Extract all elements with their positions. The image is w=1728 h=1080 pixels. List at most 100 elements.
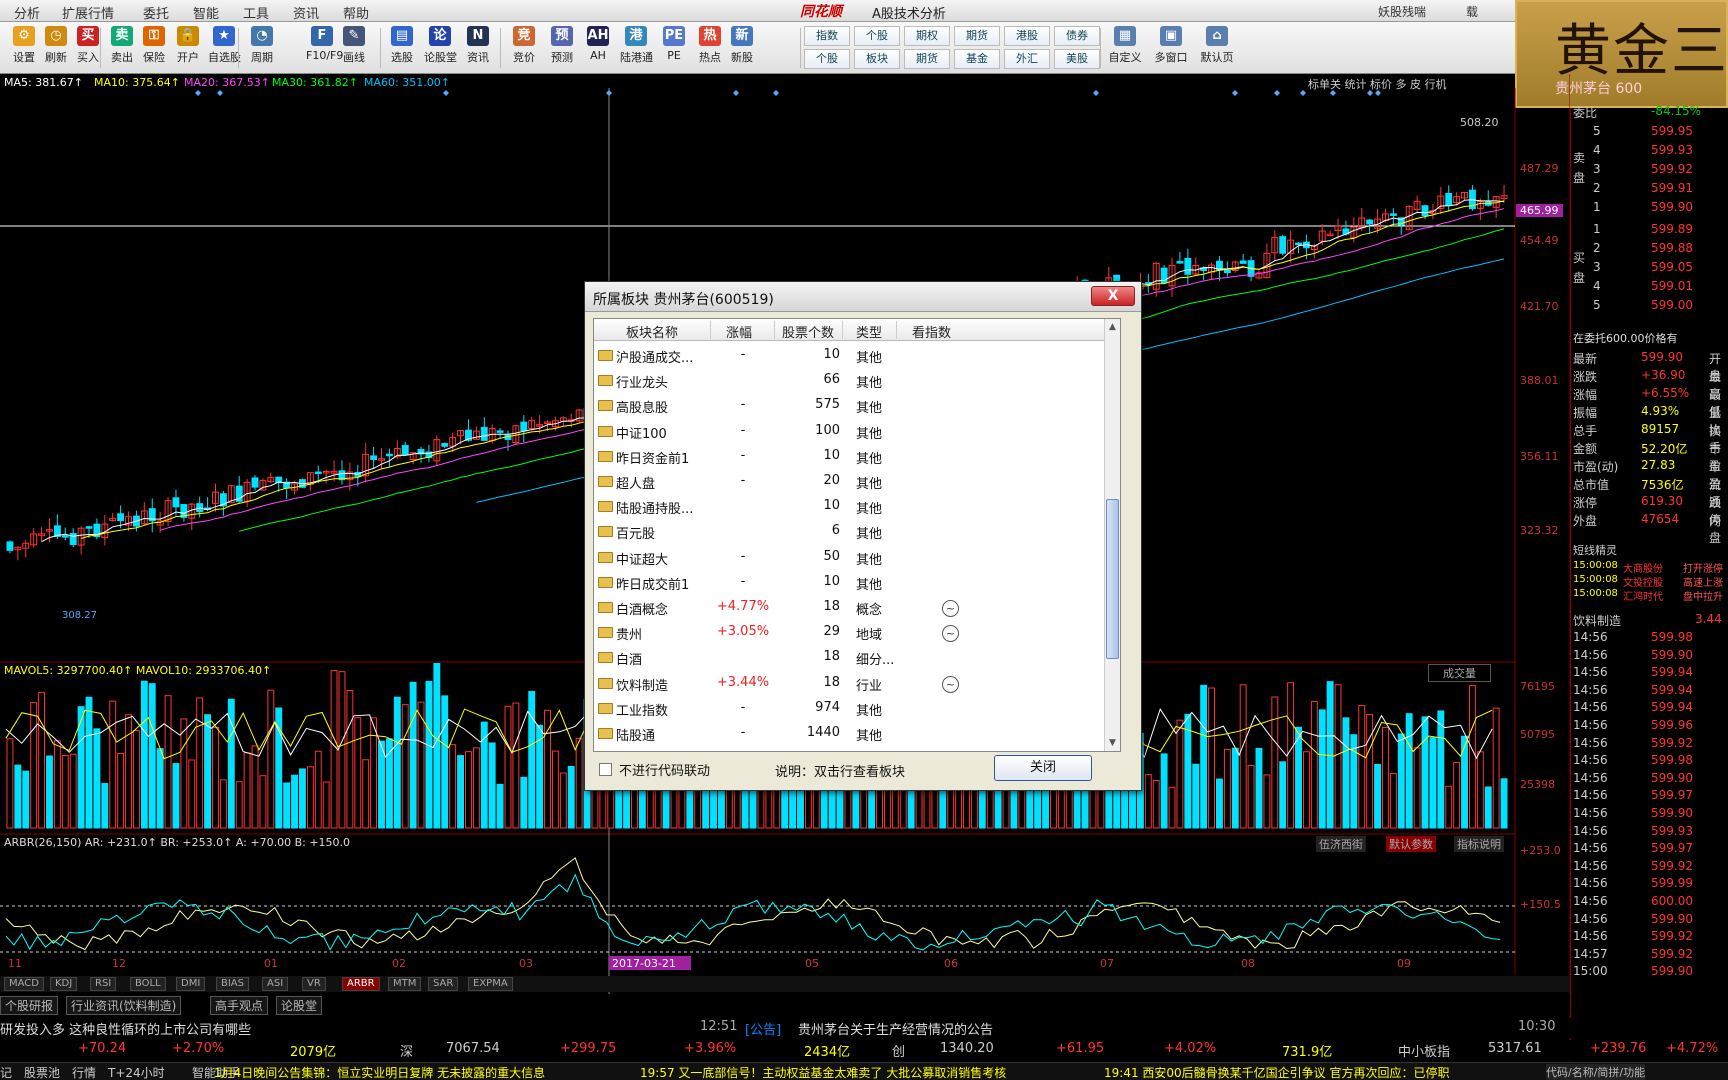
info-link[interactable]: 行业资讯(饮料制造) [66, 996, 182, 1015]
menu-item-info[interactable]: 资讯 [293, 3, 319, 22]
sell-price[interactable]: 599.95 [1651, 124, 1693, 138]
sector-row[interactable]: 陆股通 - 1440 其他 [594, 721, 1106, 746]
code-search-input[interactable]: 代码/名称/简拼/功能 [1546, 1064, 1646, 1080]
toolbar-pe-button[interactable]: PE PE [658, 26, 690, 70]
indicator-tab-boll[interactable]: BOLL [130, 977, 166, 991]
toolbar-star-button[interactable]: ★ 自选股 [208, 26, 241, 70]
status-item[interactable]: T+24小时 [108, 1064, 165, 1080]
sell-price[interactable]: 599.93 [1651, 143, 1693, 157]
indicator-tab-arbr[interactable]: ARBR [342, 977, 380, 991]
toolbar-forecast-button[interactable]: 预预测 [546, 26, 578, 70]
sell-price[interactable]: 599.92 [1651, 162, 1693, 176]
short-term-stock[interactable]: 大商股份 [1623, 560, 1663, 575]
volume-switch[interactable]: 成交量 [1428, 664, 1491, 682]
menu-item-analysis[interactable]: 分析 [14, 3, 40, 22]
indicator-tab-bias[interactable]: BIAS [216, 977, 249, 991]
indicator-tab-vr[interactable]: VR [302, 977, 326, 991]
grid-button-top[interactable]: 个股 [854, 26, 900, 46]
buy-price[interactable]: 599.00 [1651, 298, 1693, 312]
column-change[interactable]: 涨幅 [726, 322, 752, 341]
indicator-tab-mtm[interactable]: MTM [388, 977, 422, 991]
grid-button-top[interactable]: 指数 [804, 26, 850, 46]
close-icon[interactable]: X [1091, 286, 1135, 306]
toolbar-hot-button[interactable]: 热热点 [694, 26, 726, 70]
toolbar-lock-button[interactable]: 🔒 开户 [172, 26, 204, 70]
sector-row[interactable]: 中证100 - 100 其他 [594, 419, 1106, 444]
info-link[interactable]: 个股研报 [0, 996, 59, 1015]
menu-hot-stock[interactable]: 妖股残喘 [1378, 3, 1426, 20]
grid-button-top[interactable]: 债券 [1054, 26, 1100, 46]
sector-row[interactable]: 沪股通成交... - 10 其他 [594, 343, 1106, 368]
indicator-tab-kdj[interactable]: KDJ [50, 977, 78, 991]
short-term-stock[interactable]: 汇鸿时代 [1623, 588, 1663, 603]
column-view-index[interactable]: 看指数 [912, 322, 951, 341]
sector-row[interactable]: 贵州 +3.05% 29 地域 ~ [594, 620, 1106, 645]
grid-button-top[interactable]: 期权 [904, 26, 950, 46]
grid-button-bottom[interactable]: 板块 [854, 49, 900, 69]
sector-row[interactable]: 陆股通持股... 10 其他 [594, 494, 1106, 519]
status-item[interactable]: 行情 [72, 1064, 96, 1080]
sector-row[interactable]: 高股息股 - 575 其他 [594, 393, 1106, 418]
indicator-tab-rsi[interactable]: RSI [90, 977, 117, 991]
toolbar-clock-button[interactable]: ◷ 刷新 [40, 26, 72, 70]
grid-button-bottom[interactable]: 基金 [954, 49, 1000, 69]
toolbar-chart-button[interactable]: ▤ 选股 [386, 26, 418, 70]
menu-load[interactable]: 载 [1466, 3, 1478, 20]
close-button[interactable]: 关闭 [994, 755, 1092, 781]
scroll-down-icon[interactable]: ▼ [1105, 735, 1120, 751]
sector-row[interactable]: 行业龙头 66 其他 [594, 368, 1106, 393]
toolbar-custom-button[interactable]: ▦ 自定义 [1104, 26, 1146, 70]
buy-price[interactable]: 599.01 [1651, 279, 1693, 293]
grid-button-top[interactable]: 港股 [1004, 26, 1050, 46]
indicator-tab-sar[interactable]: SAR [428, 977, 459, 991]
view-index-icon[interactable]: ~ [942, 600, 959, 617]
info-link[interactable]: 论股堂 [276, 996, 323, 1015]
sector-name[interactable]: 饮料制造 [1573, 612, 1621, 629]
grid-button-top[interactable]: 期货 [954, 26, 1000, 46]
menu-item-smart[interactable]: 智能 [193, 3, 219, 22]
toolbar-window-button[interactable]: ▣ 多窗口 [1150, 26, 1192, 70]
status-news[interactable]: 19:41 西安00后髓骨换某千亿国企引争议 官方再次回应：已停职 [1104, 1064, 1449, 1080]
buy-price[interactable]: 599.88 [1651, 241, 1693, 255]
arbr-option-button[interactable]: 指标说明 [1454, 836, 1504, 852]
toolbar-ah-button[interactable]: AH AH [582, 26, 614, 70]
sector-row[interactable]: 超人盘 - 20 其他 [594, 469, 1106, 494]
toolbar-bid-button[interactable]: 竞竞价 [508, 26, 540, 70]
sector-row[interactable]: 饮料制造 +3.44% 18 行业 ~ [594, 671, 1106, 696]
sell-price[interactable]: 599.91 [1651, 181, 1693, 195]
toolbar-f10-button[interactable]: F F10/F9 [306, 26, 343, 70]
short-term-stock[interactable]: 文投控股 [1623, 574, 1663, 589]
status-item[interactable]: 记 [0, 1064, 12, 1080]
buy-price[interactable]: 599.05 [1651, 260, 1693, 274]
toolbar-news-button[interactable]: N 资讯 [462, 26, 494, 70]
sector-row[interactable]: 工业指数 - 974 其他 [594, 696, 1106, 721]
toolbar-home-button[interactable]: ⌂ 默认页 [1196, 26, 1238, 70]
status-news[interactable]: 1月4日晚间公告集锦：恒立实业明日复牌 无未披露的重大信息 [214, 1064, 545, 1080]
grid-button-bottom[interactable]: 外汇 [1004, 49, 1050, 69]
arbr-option-button[interactable]: 伍济西街 [1316, 836, 1366, 852]
indicator-tab-dmi[interactable]: DMI [176, 977, 206, 991]
info-link[interactable]: 高手观点 [210, 996, 269, 1015]
sector-row[interactable]: 百元股 6 其他 [594, 519, 1106, 544]
grid-button-bottom[interactable]: 个股 [804, 49, 850, 69]
status-item[interactable]: 股票池 [24, 1064, 60, 1080]
toolbar-pen-button[interactable]: ✎ 画线 [338, 26, 370, 70]
menu-item-extended-quotes[interactable]: 扩展行情 [62, 3, 114, 22]
view-index-icon[interactable]: ~ [942, 675, 959, 693]
toolbar-talk-button[interactable]: 论论股堂 [424, 26, 457, 70]
status-news[interactable]: 19:57 又一底部信号！主动权益基金太难卖了 大批公募取消销售考核 [640, 1064, 1006, 1080]
indicator-tab-macd[interactable]: MACD [4, 977, 44, 991]
scroll-up-icon[interactable]: ▲ [1105, 319, 1120, 335]
arbr-option-button[interactable]: 默认参数 [1386, 836, 1436, 852]
menu-item-tools[interactable]: 工具 [243, 3, 269, 22]
sector-list[interactable]: 板块名称 涨幅 股票个数 类型 看指数 沪股通成交... -10 其他 行业龙头 66 其… [593, 318, 1121, 752]
scroll-thumb[interactable] [1106, 499, 1119, 659]
news-announcement[interactable]: 贵州茅台关于生产经营情况的公告 [798, 1019, 993, 1038]
column-sector-name[interactable]: 板块名称 [626, 322, 678, 341]
toolbar-gear-button[interactable]: ⚙ 设置 [8, 26, 40, 70]
grid-button-bottom[interactable]: 美股 [1054, 49, 1100, 69]
sector-row[interactable]: 白酒 18 细分... [594, 645, 1106, 670]
code-link-checkbox[interactable] [599, 763, 612, 776]
toolbar-period-button[interactable]: ◔ 周期 [246, 26, 278, 70]
menu-item-trade[interactable]: 委托 [143, 3, 169, 22]
